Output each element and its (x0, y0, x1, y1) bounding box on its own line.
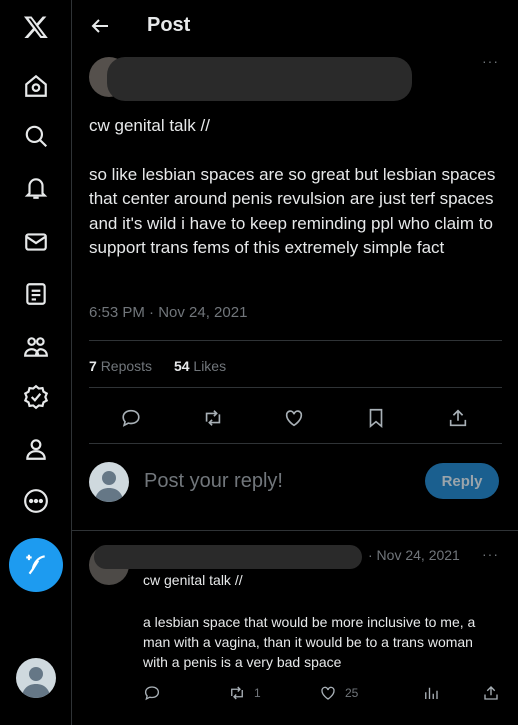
reply-button[interactable]: Reply (425, 463, 499, 499)
reply-icon[interactable] (120, 407, 142, 429)
share-icon[interactable] (447, 407, 469, 429)
redacted-reply-author (94, 545, 362, 569)
likes-stat[interactable]: 54 Likes (174, 358, 226, 374)
notifications-icon[interactable] (18, 170, 54, 206)
compose-icon (26, 554, 45, 575)
post-more-icon[interactable]: ··· (482, 53, 499, 69)
reply-repost-action[interactable]: 1 (228, 683, 261, 703)
top-bar: Post (72, 0, 518, 53)
page-title: Post (147, 14, 191, 36)
post-body: cw genital talk // so like lesbian space… (89, 114, 504, 261)
search-icon[interactable] (18, 118, 54, 154)
communities-icon[interactable] (18, 329, 54, 365)
home-icon[interactable] (18, 68, 54, 104)
reposts-count: 7 (89, 358, 97, 374)
reply-input[interactable]: Post your reply! (144, 470, 283, 493)
profile-icon[interactable] (18, 431, 54, 467)
lists-icon[interactable] (18, 276, 54, 312)
reply-text: a lesbian space that would be more inclu… (143, 614, 476, 670)
reply-share-action[interactable] (482, 683, 500, 703)
divider (89, 340, 502, 341)
bookmark-icon[interactable] (365, 407, 387, 429)
divider (89, 387, 502, 388)
likes-label: Likes (193, 358, 227, 374)
reposts-label: Reposts (100, 358, 153, 374)
reply-timestamp[interactable]: · Nov 24, 2021 (368, 547, 460, 563)
reply-reply-action[interactable] (143, 683, 161, 703)
post-text: so like lesbian spaces are so great but … (89, 164, 496, 258)
reply-views-action[interactable] (422, 683, 440, 703)
like-icon[interactable] (283, 407, 305, 429)
sidebar (0, 0, 72, 725)
reposts-stat[interactable]: 7 Reposts (89, 358, 152, 374)
composer-avatar (89, 462, 129, 502)
reply-like-action[interactable]: 25 (319, 683, 358, 703)
post-stats: 7 Reposts 54 Likes (89, 358, 226, 374)
messages-icon[interactable] (18, 224, 54, 260)
back-arrow-icon[interactable] (88, 14, 112, 38)
like-icon (321, 686, 335, 700)
more-icon[interactable] (18, 483, 54, 519)
repost-icon[interactable] (202, 407, 224, 429)
verified-icon[interactable] (18, 379, 54, 415)
reply-like-count: 25 (345, 686, 359, 700)
x-logo-icon[interactable] (18, 9, 54, 45)
share-icon (484, 686, 498, 700)
views-icon (425, 687, 438, 699)
post-timestamp[interactable]: 6:53 PM · Nov 24, 2021 (89, 304, 247, 321)
compose-button[interactable] (9, 538, 63, 592)
main-column: Post ··· cw genital talk // so like lesb… (72, 0, 518, 725)
post-content-warning: cw genital talk // (89, 116, 210, 135)
account-avatar[interactable] (16, 658, 56, 698)
divider (89, 443, 502, 444)
reply-more-icon[interactable]: ··· (482, 546, 499, 562)
repost-icon (231, 686, 243, 700)
redacted-author-name (107, 57, 412, 101)
divider (72, 530, 518, 531)
reply-icon (144, 686, 160, 701)
likes-count: 54 (173, 358, 190, 374)
reply-body: cw genital talk // a lesbian space that … (143, 570, 498, 672)
reply-content-warning: cw genital talk // (143, 572, 243, 588)
reply-repost-count: 1 (254, 686, 261, 700)
